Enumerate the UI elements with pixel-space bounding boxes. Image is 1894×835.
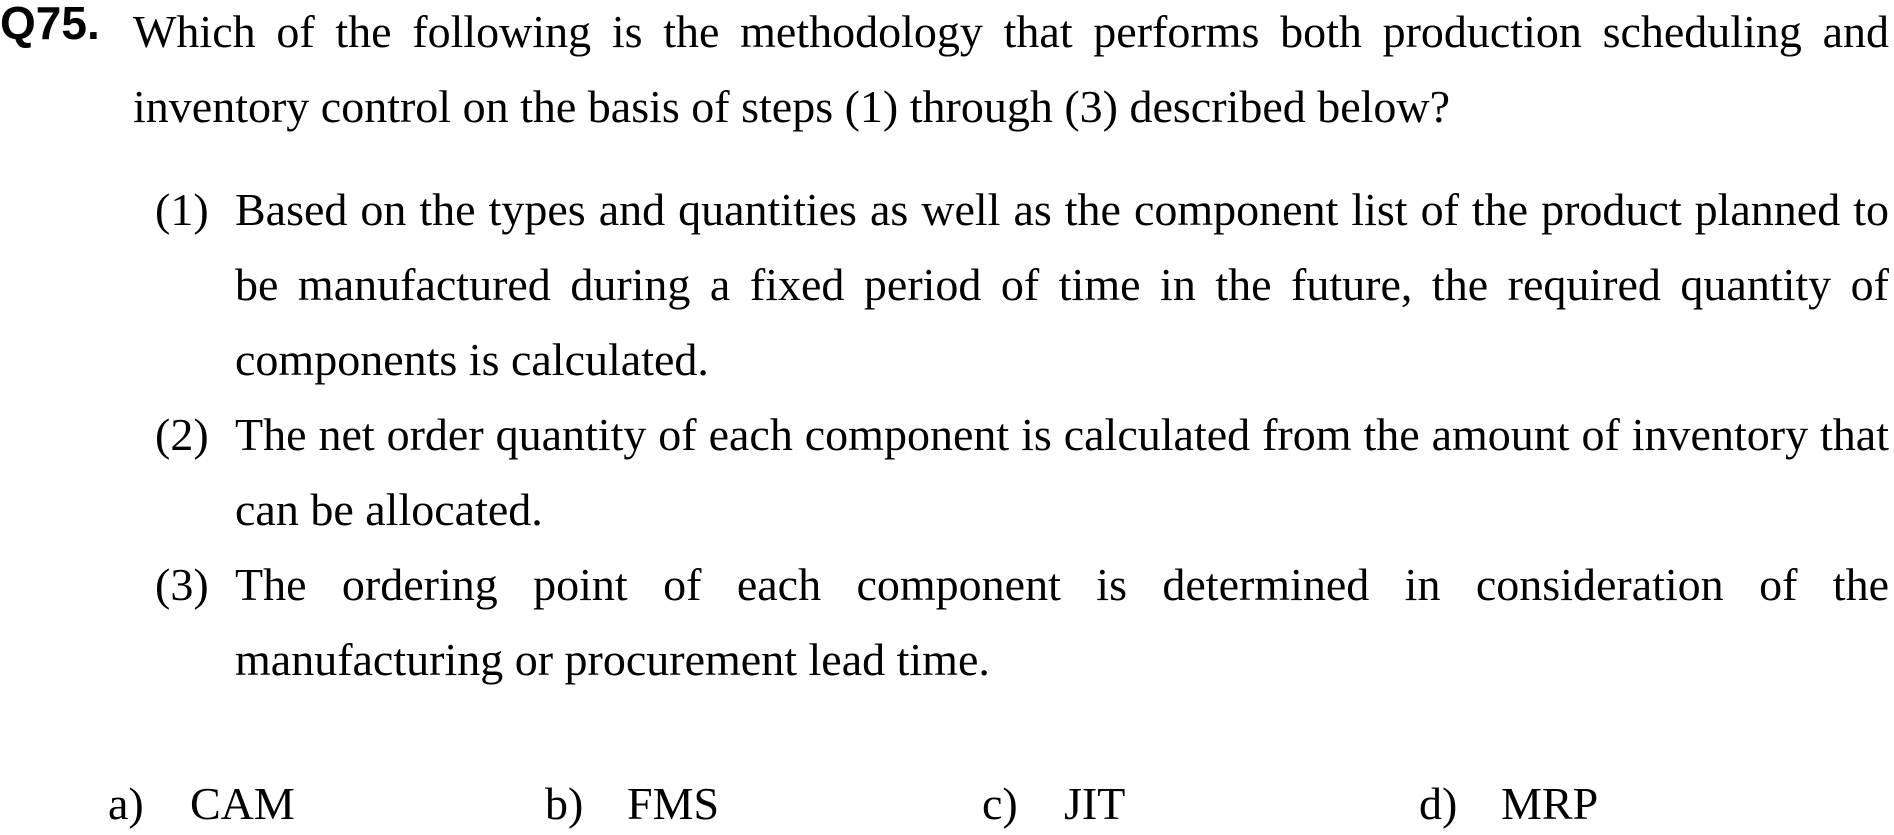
step-item-1: (1) Based on the types and quantities as… (155, 172, 1889, 397)
question-stem: Which of the following is the methodolog… (133, 6, 1889, 132)
step-marker: (2) (155, 409, 209, 460)
choice-letter: d) (1419, 778, 1458, 829)
choice-c[interactable]: c) JIT (982, 774, 1125, 834)
step-marker: (1) (155, 184, 209, 235)
choice-letter: c) (982, 778, 1018, 829)
choice-text: FMS (627, 778, 720, 829)
step-list: (1) Based on the types and quantities as… (155, 172, 1889, 697)
choice-d[interactable]: d) MRP (1419, 774, 1598, 834)
question-number: Q75. (0, 0, 100, 49)
choice-letter: a) (108, 778, 144, 829)
choice-text: CAM (190, 778, 295, 829)
step-marker: (3) (155, 559, 209, 610)
choice-letter: b) (545, 778, 584, 829)
step-text: The ordering point of each component is … (235, 559, 1889, 685)
choice-text: MRP (1501, 778, 1599, 829)
choice-text: JIT (1064, 778, 1126, 829)
answer-choices: a) CAM b) FMS c) JIT d) MRP (108, 774, 1808, 834)
choice-b[interactable]: b) FMS (545, 774, 719, 834)
step-item-2: (2) The net order quantity of each compo… (155, 397, 1889, 547)
step-text: Based on the types and quantities as wel… (235, 184, 1889, 385)
step-item-3: (3) The ordering point of each component… (155, 547, 1889, 697)
step-text: The net order quantity of each component… (235, 409, 1889, 535)
choice-a[interactable]: a) CAM (108, 774, 295, 834)
